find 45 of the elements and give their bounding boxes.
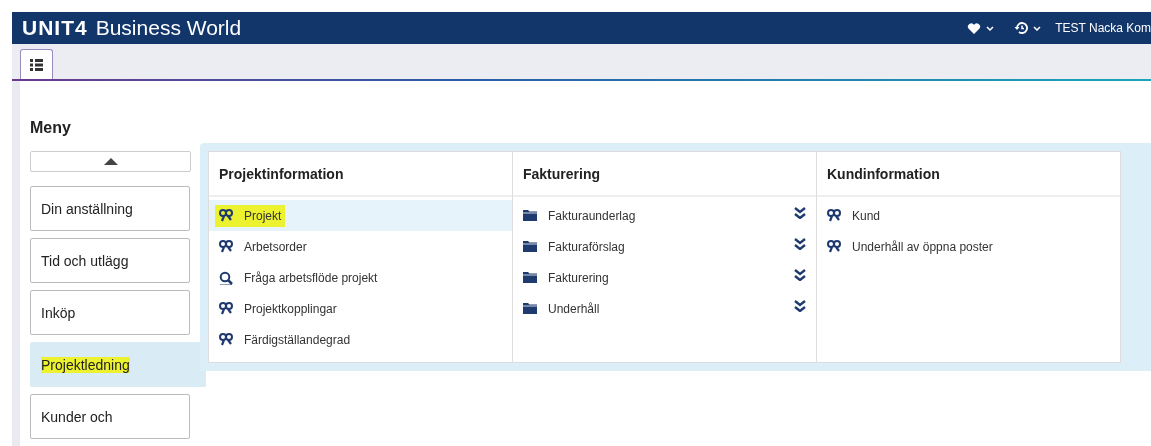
caret-icon	[986, 25, 995, 31]
expand-icon	[794, 299, 806, 312]
user-name[interactable]: TEST Nacka Kom	[1055, 21, 1151, 35]
menu-item[interactable]: Fråga arbetsflöde projekt	[209, 262, 512, 293]
menu-title: Meny	[30, 119, 72, 138]
expand-icon	[794, 206, 806, 219]
menu-item[interactable]: Fakturaunderlag	[513, 200, 816, 231]
sidebar-item[interactable]: Projektledning	[30, 342, 206, 387]
product-name: Business World	[95, 16, 242, 40]
up-arrow-icon	[103, 158, 118, 165]
search-icon	[219, 270, 233, 285]
binoculars-icon	[827, 208, 841, 223]
binoculars-icon	[219, 301, 233, 316]
menu-item[interactable]: Fakturering	[513, 262, 816, 293]
expand-icon	[794, 268, 806, 281]
folder-icon	[523, 270, 537, 285]
menu-item[interactable]: Projekt	[209, 200, 512, 231]
folder-icon	[523, 239, 537, 254]
expand-icon	[794, 237, 806, 250]
sidebar-item[interactable]: Tid och utlägg	[30, 238, 190, 283]
column-header: Kundinformation	[817, 152, 1120, 197]
folder-icon	[523, 208, 537, 223]
history-icon	[1014, 21, 1029, 35]
binoculars-icon	[827, 239, 841, 254]
menu-item[interactable]: Underhåll av öppna poster	[817, 231, 1120, 262]
heart-icon	[967, 21, 982, 35]
sidebar-item[interactable]: Inköp	[30, 290, 190, 335]
binoculars-icon	[219, 208, 233, 223]
menu-item[interactable]: Underhåll	[513, 293, 816, 324]
logo: UNIT4	[22, 16, 88, 40]
column-header: Fakturering	[513, 152, 816, 197]
sidebar-item[interactable]: Kunder och	[30, 394, 190, 439]
column-header: Projektinformation	[209, 152, 512, 197]
menu-item[interactable]: Arbetsorder	[209, 231, 512, 262]
menu-item[interactable]: Projektkopplingar	[209, 293, 512, 324]
binoculars-icon	[219, 332, 233, 347]
list-icon	[30, 58, 43, 71]
menu-item[interactable]: Färdigställandegrad	[209, 324, 512, 355]
caret-icon	[1033, 25, 1042, 31]
binoculars-icon	[219, 239, 233, 254]
tab[interactable]	[20, 49, 53, 79]
menu-item[interactable]: Fakturaförslag	[513, 231, 816, 262]
menu-item[interactable]: Kund	[817, 200, 1120, 231]
folder-icon	[523, 301, 537, 316]
sidebar-item[interactable]: Din anställning	[30, 186, 190, 231]
